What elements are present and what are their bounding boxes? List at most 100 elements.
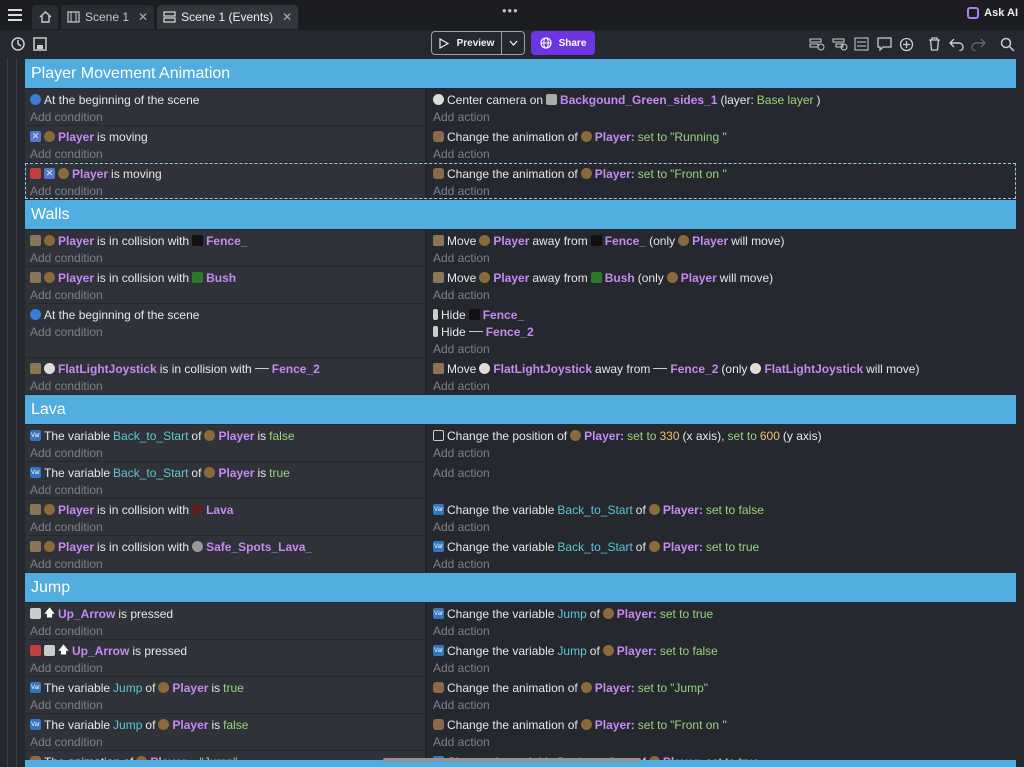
- actions-cell[interactable]: Var Change the variable Jump of Player: set t…: [427, 603, 1016, 639]
- variable-name[interactable]: Back_to_Start: [113, 429, 188, 443]
- object-name[interactable]: Safe_Spots_Lava_: [206, 540, 312, 554]
- group-header[interactable]: Walls: [25, 200, 1016, 229]
- actions-cell[interactable]: Hide Fence_ Hide Fence_2 Add action: [427, 304, 1016, 357]
- object-name[interactable]: Lava: [206, 503, 233, 517]
- instruction-line[interactable]: Var Change the variable Jump of Player: set t…: [433, 642, 1016, 659]
- save-icon[interactable]: [30, 34, 50, 54]
- object-name[interactable]: Player: [172, 718, 208, 732]
- add-condition-link[interactable]: Add condition: [30, 733, 425, 750]
- conditions-cell[interactable]: Var The variable Back_to_Start of Player is fa…: [25, 425, 427, 461]
- object-name[interactable]: Player: [692, 234, 728, 248]
- object-name[interactable]: Player: [681, 271, 717, 285]
- event-row[interactable]: ✕ Player is moving Add condition Change the …: [25, 126, 1016, 162]
- event-row[interactable]: Var The variable Jump of Player is false Add co…: [25, 714, 1016, 750]
- object-name[interactable]: Fence_2: [272, 362, 320, 376]
- tab-scene[interactable]: Scene 1 ✕: [61, 5, 155, 29]
- object-name[interactable]: Player: [218, 466, 254, 480]
- add-condition-link[interactable]: Add condition: [30, 659, 425, 676]
- preview-dropdown[interactable]: [502, 40, 524, 46]
- undo-icon[interactable]: [946, 34, 966, 54]
- instruction-line[interactable]: Move Player away from Bush (only Player will m…: [433, 269, 1016, 286]
- delete-icon[interactable]: [924, 34, 944, 54]
- redo-icon[interactable]: [968, 34, 988, 54]
- conditions-cell[interactable]: 🡅 Up_Arrow is pressed Add condition: [25, 640, 427, 676]
- event-row[interactable]: Player is in collision with Bush Add condit…: [25, 267, 1016, 303]
- variable-name[interactable]: Back_to_Start: [557, 503, 632, 517]
- object-name[interactable]: Player:: [617, 644, 657, 658]
- object-name[interactable]: Bush: [605, 271, 635, 285]
- conditions-cell[interactable]: ✕ Player is moving Add condition: [25, 163, 427, 199]
- add-action-link[interactable]: Add action: [433, 145, 1016, 162]
- conditions-cell[interactable]: ✕ Player is moving Add condition: [25, 126, 427, 162]
- object-name[interactable]: Player: [58, 130, 94, 144]
- instruction-line[interactable]: Change the position of Player: set to 330 (x…: [433, 427, 1016, 444]
- object-name[interactable]: Bush: [206, 271, 236, 285]
- event-row[interactable]: At the beginning of the scene Add conditi…: [25, 89, 1016, 125]
- conditions-cell[interactable]: At the beginning of the scene Add conditi…: [25, 89, 427, 125]
- instruction-line[interactable]: 🡅 Up_Arrow is pressed: [30, 605, 425, 622]
- instruction-line[interactable]: Change the animation of Player: set to "Run…: [433, 128, 1016, 145]
- object-name[interactable]: Player:: [663, 503, 703, 517]
- add-action-link[interactable]: Add action: [433, 555, 1016, 572]
- object-name[interactable]: Player: [72, 167, 108, 181]
- instruction-line[interactable]: At the beginning of the scene: [30, 306, 425, 323]
- object-name[interactable]: FlatLightJoystick: [493, 362, 592, 376]
- add-action-link[interactable]: Add action: [433, 518, 1016, 535]
- close-icon[interactable]: ✕: [282, 10, 292, 24]
- event-row[interactable]: Var The variable Jump of Player is true Add con…: [25, 677, 1016, 713]
- object-name[interactable]: Up_Arrow: [58, 607, 115, 621]
- variable-name[interactable]: Jump: [557, 607, 586, 621]
- instruction-line[interactable]: Var Change the variable Jump of Player: set t…: [433, 605, 1016, 622]
- object-name[interactable]: Player:: [595, 130, 635, 144]
- object-name[interactable]: Fence_2: [486, 325, 534, 339]
- object-name[interactable]: Fence_: [605, 234, 646, 248]
- search-icon[interactable]: [997, 34, 1017, 54]
- actions-cell[interactable]: Change the animation of Player: set to "Run…: [427, 126, 1016, 162]
- object-name[interactable]: Player: [493, 271, 529, 285]
- object-name[interactable]: Player: [58, 234, 94, 248]
- event-row[interactable]: 🡅 Up_Arrow is pressed Add condition Var Chang…: [25, 640, 1016, 676]
- object-name[interactable]: Fence_: [483, 308, 524, 322]
- instruction-line[interactable]: Hide Fence_: [433, 306, 1016, 323]
- conditions-cell[interactable]: At the beginning of the scene Add conditi…: [25, 304, 427, 357]
- instruction-line[interactable]: Change the animation of Player: set to "Jum…: [433, 679, 1016, 696]
- add-condition-link[interactable]: Add condition: [30, 555, 425, 572]
- object-name[interactable]: Player: [218, 429, 254, 443]
- object-name[interactable]: Player:: [595, 167, 635, 181]
- conditions-cell[interactable]: Var The variable Back_to_Start of Player is tr…: [25, 462, 427, 498]
- conditions-cell[interactable]: Var The variable Jump of Player is false Add co…: [25, 714, 427, 750]
- group-header[interactable]: Player Movement Animation: [25, 59, 1016, 88]
- instruction-line[interactable]: Var The variable Back_to_Start of Player is fa…: [30, 427, 425, 444]
- object-name[interactable]: Player: [172, 681, 208, 695]
- add-event-icon[interactable]: [807, 34, 827, 54]
- instruction-line[interactable]: Var The variable Jump of Player is true: [30, 679, 425, 696]
- object-name[interactable]: Player: [493, 234, 529, 248]
- event-row[interactable]: Var The variable Back_to_Start of Player is tr…: [25, 462, 1016, 498]
- instruction-line[interactable]: Center camera on Backgound_Green_sides_1(…: [433, 91, 1016, 108]
- object-name[interactable]: Player:: [584, 429, 624, 443]
- actions-cell[interactable]: Change the animation of Player: set to "Jum…: [427, 677, 1016, 713]
- event-row[interactable]: Var The variable Back_to_Start of Player is fa…: [25, 425, 1016, 461]
- group-header[interactable]: Jump: [25, 573, 1016, 602]
- add-condition-link[interactable]: Add condition: [30, 182, 425, 199]
- conditions-cell[interactable]: Player is in collision with Fence_ Add cond…: [25, 230, 427, 266]
- variable-name[interactable]: Jump: [113, 681, 142, 695]
- instruction-line[interactable]: 🡅 Up_Arrow is pressed: [30, 642, 425, 659]
- actions-cell[interactable]: VarChange the variableBack_to_Startof Pla…: [427, 536, 1016, 572]
- instruction-line[interactable]: VarChange the variableBack_to_Startof Pla…: [433, 501, 1016, 518]
- conditions-cell[interactable]: 🡅 Up_Arrow is pressed Add condition: [25, 603, 427, 639]
- conditions-cell[interactable]: Player is in collision with Bush Add condit…: [25, 267, 427, 303]
- instruction-line[interactable]: Var The variable Back_to_Start of Player is tr…: [30, 464, 425, 481]
- add-action-link[interactable]: Add action: [433, 444, 1016, 461]
- variable-name[interactable]: Jump: [557, 644, 586, 658]
- add-action-link[interactable]: Add action: [433, 249, 1016, 266]
- add-condition-link[interactable]: Add condition: [30, 145, 425, 162]
- add-action-link[interactable]: Add action: [433, 733, 1016, 750]
- actions-cell[interactable]: VarChange the variableBack_to_Startof Pla…: [427, 499, 1016, 535]
- add-action-link[interactable]: Add action: [433, 182, 1016, 199]
- event-row[interactable]: ✕ Player is moving Add condition Change the …: [25, 163, 1016, 199]
- actions-cell[interactable]: Change the position of Player: set to 330 (x…: [427, 425, 1016, 461]
- add-subevent-icon[interactable]: [830, 34, 850, 54]
- add-condition-link[interactable]: Add condition: [30, 377, 425, 394]
- add-condition-link[interactable]: Add condition: [30, 286, 425, 303]
